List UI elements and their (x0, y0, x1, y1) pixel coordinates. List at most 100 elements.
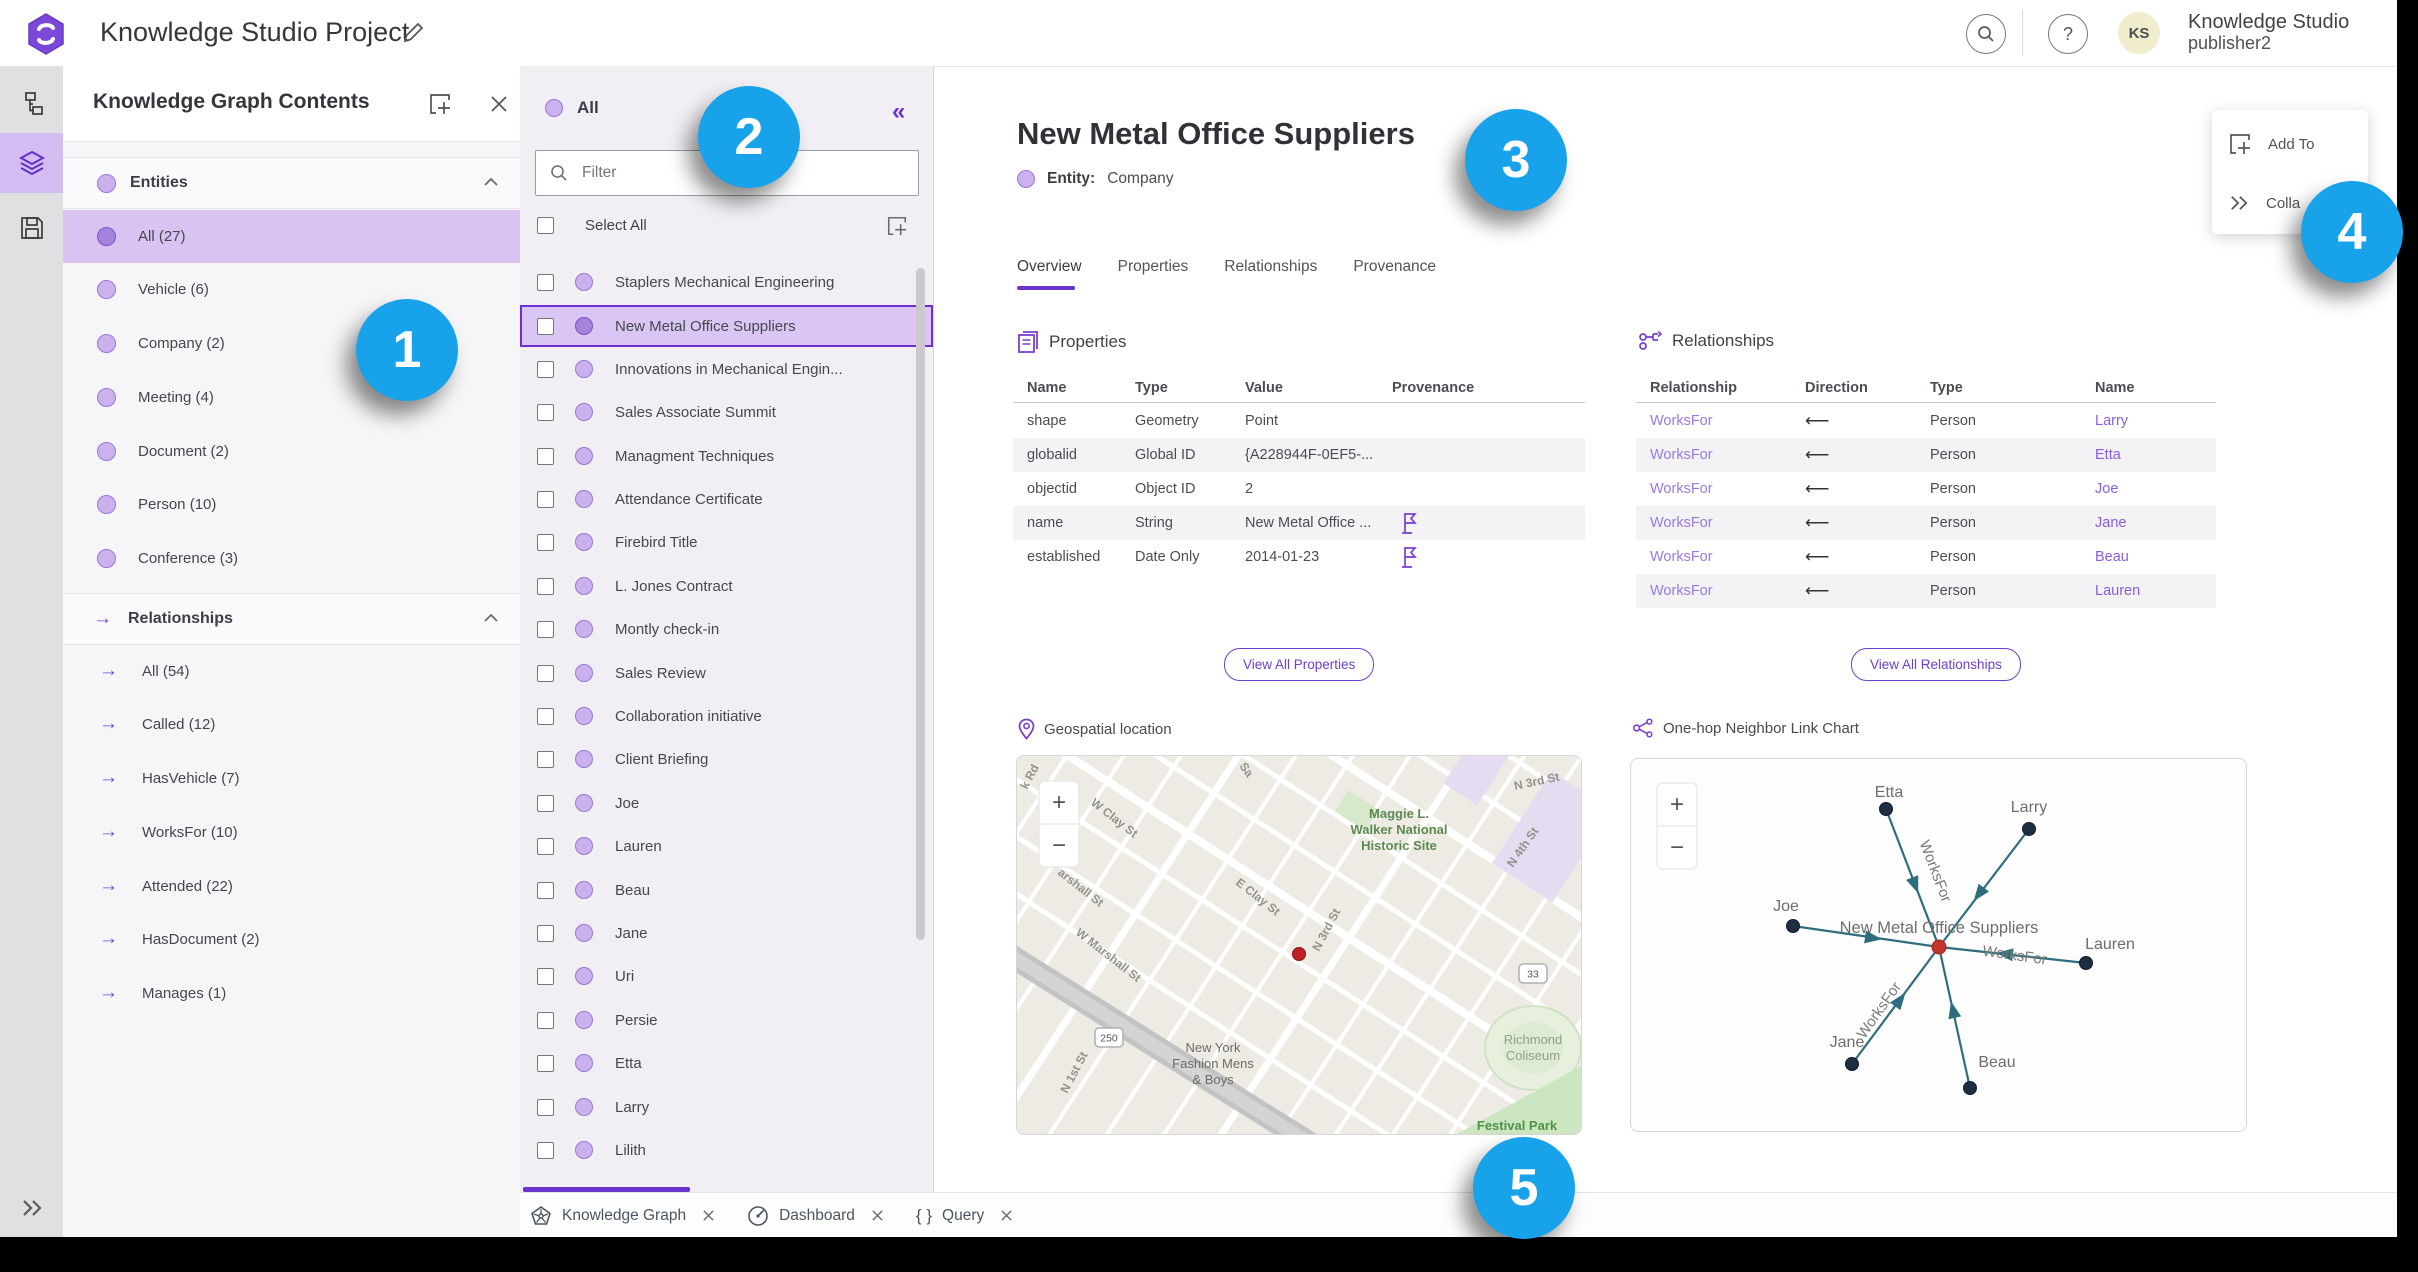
rel-name-link[interactable]: Etta (2095, 447, 2121, 463)
list-item[interactable]: Beau (520, 871, 933, 909)
node-lauren[interactable] (2079, 956, 2093, 970)
list-item[interactable]: Jane (520, 914, 933, 952)
rail-expand-button[interactable] (0, 1178, 63, 1238)
rel-name-link[interactable]: Joe (2095, 481, 2118, 497)
tab-knowledge-graph[interactable]: Knowledge Graph (530, 1205, 715, 1227)
entity-filter-meeting[interactable]: Meeting (4) (63, 377, 520, 417)
link-chart-panel[interactable]: WorksFor WorksFor WorksFor Etta Larry Jo… (1630, 758, 2247, 1132)
provenance-flag-icon[interactable] (1400, 511, 1420, 535)
rel-name-link[interactable]: Larry (2095, 413, 2128, 429)
entities-section-header[interactable]: Entities (63, 157, 520, 209)
zoom-in-button[interactable]: + (1052, 789, 1066, 816)
node-larry[interactable] (2022, 822, 2036, 836)
list-item[interactable]: Sales Review (520, 654, 933, 692)
help-button[interactable]: ? (2048, 14, 2088, 54)
rel-filter-worksfor[interactable]: → WorksFor (10) (63, 812, 520, 852)
list-item[interactable]: Lilith (520, 1131, 933, 1169)
rel-link[interactable]: WorksFor (1650, 481, 1713, 497)
zoom-in-button[interactable]: + (1670, 791, 1684, 818)
checkbox[interactable] (537, 490, 554, 508)
search-button[interactable] (1966, 14, 2006, 54)
rel-name-link[interactable]: Beau (2095, 549, 2129, 565)
view-all-relationships-button[interactable]: View All Relationships (1851, 648, 2021, 681)
checkbox[interactable] (537, 273, 554, 291)
rel-filter-hasvehicle[interactable]: → HasVehicle (7) (63, 758, 520, 798)
close-panel-icon[interactable] (489, 94, 509, 114)
node-etta[interactable] (1879, 802, 1893, 816)
list-item[interactable]: Attendance Certificate (520, 480, 933, 518)
zoom-out-button[interactable]: − (1052, 832, 1066, 859)
entity-filter-all[interactable]: All (27) (63, 210, 520, 263)
checkbox[interactable] (537, 1011, 554, 1029)
list-item-selected[interactable]: New Metal Office Suppliers (520, 305, 933, 347)
rel-filter-all[interactable]: → All (54) (63, 651, 520, 691)
tab-properties[interactable]: Properties (1118, 258, 1189, 276)
checkbox[interactable] (537, 967, 554, 985)
list-item[interactable]: Managment Techniques (520, 437, 933, 475)
collapse-button[interactable]: Colla (2228, 194, 2300, 212)
zoom-out-button[interactable]: − (1670, 834, 1684, 861)
tab-provenance[interactable]: Provenance (1353, 258, 1436, 276)
provenance-flag-icon[interactable] (1400, 545, 1420, 569)
rel-name-link[interactable]: Lauren (2095, 583, 2140, 599)
close-tab-icon[interactable] (1000, 1209, 1013, 1222)
close-tab-icon[interactable] (871, 1209, 884, 1222)
map-panel[interactable]: W Clay St Sa E Clay St arshall St W Mars… (1016, 755, 1582, 1135)
list-item[interactable]: L. Jones Contract (520, 567, 933, 605)
list-item[interactable]: Uri (520, 957, 933, 995)
list-item[interactable]: Montly check-in (520, 610, 933, 648)
rel-filter-hasdocument[interactable]: → HasDocument (2) (63, 919, 520, 959)
rel-link[interactable]: WorksFor (1650, 549, 1713, 565)
checkbox[interactable] (537, 750, 554, 768)
list-item[interactable]: Lauren (520, 827, 933, 865)
add-to-button[interactable]: Add To (2228, 132, 2314, 156)
entity-filter-vehicle[interactable]: Vehicle (6) (63, 269, 520, 309)
checkbox[interactable] (537, 360, 554, 378)
tab-relationships[interactable]: Relationships (1224, 258, 1317, 276)
rel-link[interactable]: WorksFor (1650, 515, 1713, 531)
list-item[interactable]: Persie (520, 1001, 933, 1039)
tab-dashboard[interactable]: Dashboard (747, 1205, 884, 1227)
tab-overview[interactable]: Overview (1017, 258, 1082, 276)
node-joe[interactable] (1786, 919, 1800, 933)
select-all-row[interactable]: Select All (520, 206, 933, 244)
vertical-scrollbar[interactable] (916, 268, 925, 940)
list-item[interactable]: Etta (520, 1044, 933, 1082)
list-item[interactable]: Innovations in Mechanical Engin... (520, 350, 933, 388)
list-item[interactable]: Sales Associate Summit (520, 393, 933, 431)
rail-save-button[interactable] (0, 198, 63, 258)
checkbox[interactable] (537, 1098, 554, 1116)
checkbox[interactable] (537, 1141, 554, 1159)
checkbox[interactable] (537, 707, 554, 725)
checkbox[interactable] (537, 403, 554, 421)
node-jane[interactable] (1845, 1057, 1859, 1071)
edit-pencil-icon[interactable] (400, 20, 426, 46)
checkbox[interactable] (537, 794, 554, 812)
list-item[interactable]: Staplers Mechanical Engineering (520, 263, 933, 301)
entity-filter-document[interactable]: Document (2) (63, 431, 520, 471)
checkbox[interactable] (537, 664, 554, 682)
chart-zoom-controls[interactable]: + − (1656, 782, 1698, 870)
map-zoom-controls[interactable]: + − (1038, 780, 1080, 868)
node-beau[interactable] (1963, 1081, 1977, 1095)
checkbox[interactable] (537, 924, 554, 942)
checkbox[interactable] (537, 317, 554, 335)
rel-filter-manages[interactable]: → Manages (1) (63, 973, 520, 1013)
add-to-new-icon[interactable] (886, 215, 908, 237)
rel-link[interactable]: WorksFor (1650, 583, 1713, 599)
entity-filter-person[interactable]: Person (10) (63, 484, 520, 524)
rel-link[interactable]: WorksFor (1650, 447, 1713, 463)
checkbox[interactable] (537, 1054, 554, 1072)
relationships-section-header[interactable]: → Relationships (63, 593, 520, 645)
list-item[interactable]: Larry (520, 1088, 933, 1126)
select-all-checkbox[interactable] (537, 216, 554, 234)
rel-filter-called[interactable]: → Called (12) (63, 704, 520, 744)
node-center[interactable] (1931, 939, 1947, 955)
close-tab-icon[interactable] (702, 1209, 715, 1222)
rel-filter-attended[interactable]: → Attended (22) (63, 866, 520, 906)
add-to-new-icon[interactable] (428, 92, 452, 116)
view-all-properties-button[interactable]: View All Properties (1224, 648, 1375, 681)
rel-name-link[interactable]: Jane (2095, 515, 2126, 531)
checkbox[interactable] (537, 620, 554, 638)
rel-link[interactable]: WorksFor (1650, 413, 1713, 429)
